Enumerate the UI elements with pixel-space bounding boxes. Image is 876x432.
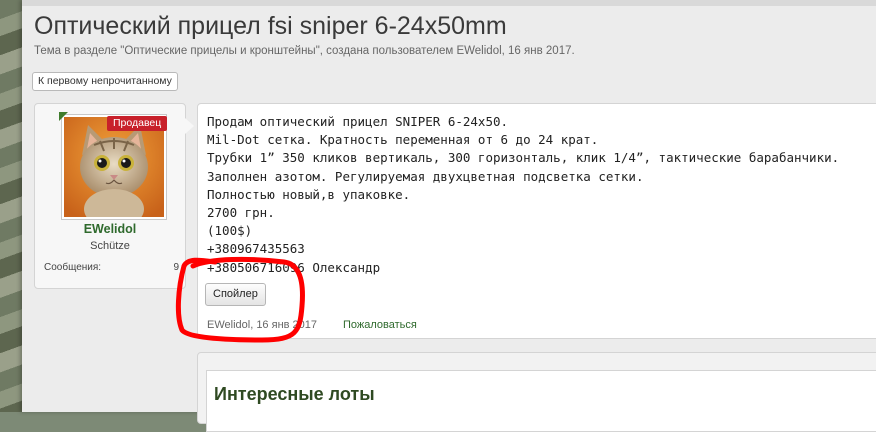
thread-title: Оптический прицел fsi sniper 6-24x50mm	[34, 12, 507, 40]
post-line: Заполнен азотом. Регулируемая двухцветна…	[207, 168, 644, 184]
kitten-avatar-image	[64, 117, 164, 217]
post-line: 2700 грн.	[207, 205, 275, 221]
post-body: Продам оптический прицел SNIPER 6-24х50.…	[207, 113, 839, 277]
user-card-pointer	[185, 118, 194, 134]
spoiler-button[interactable]: Спойлер	[205, 283, 266, 306]
post-line: Полностью новый,в упаковке.	[207, 186, 411, 202]
thread-subtitle: Тема в разделе "Оптические прицелы и кро…	[34, 45, 575, 57]
post-message: Продам оптический прицел SNIPER 6-24х50.…	[197, 103, 876, 339]
top-divider	[22, 0, 876, 6]
post-meta[interactable]: EWelidol, 16 янв 2017	[207, 319, 317, 331]
online-corner-icon	[59, 112, 68, 121]
post-line: Трубки 1” 350 кликов вертикаль, 300 гори…	[207, 150, 840, 166]
post-line: (100$)	[207, 223, 253, 239]
post-line: Mil-Dot сетка. Кратность переменная от 6…	[207, 132, 599, 148]
post-line: +380967435563	[207, 241, 305, 257]
messages-count[interactable]: 9	[173, 262, 179, 273]
user-title: Schütze	[90, 240, 130, 252]
user-card: Продавец EWelidol Schütze Сообщения: 9	[34, 103, 194, 289]
post-line: +380506716096 Олександр	[207, 259, 381, 275]
messages-label: Сообщения:	[44, 262, 102, 273]
report-link[interactable]: Пожаловаться	[343, 319, 417, 331]
interesting-lots-title: Интересные лоты	[214, 384, 375, 404]
first-unread-button[interactable]: К первому непрочитанному	[32, 72, 178, 91]
seller-badge: Продавец	[107, 116, 168, 131]
post-line: Продам оптический прицел SNIPER 6-24х50.	[207, 114, 509, 129]
username-link[interactable]: EWelidol	[35, 222, 185, 236]
